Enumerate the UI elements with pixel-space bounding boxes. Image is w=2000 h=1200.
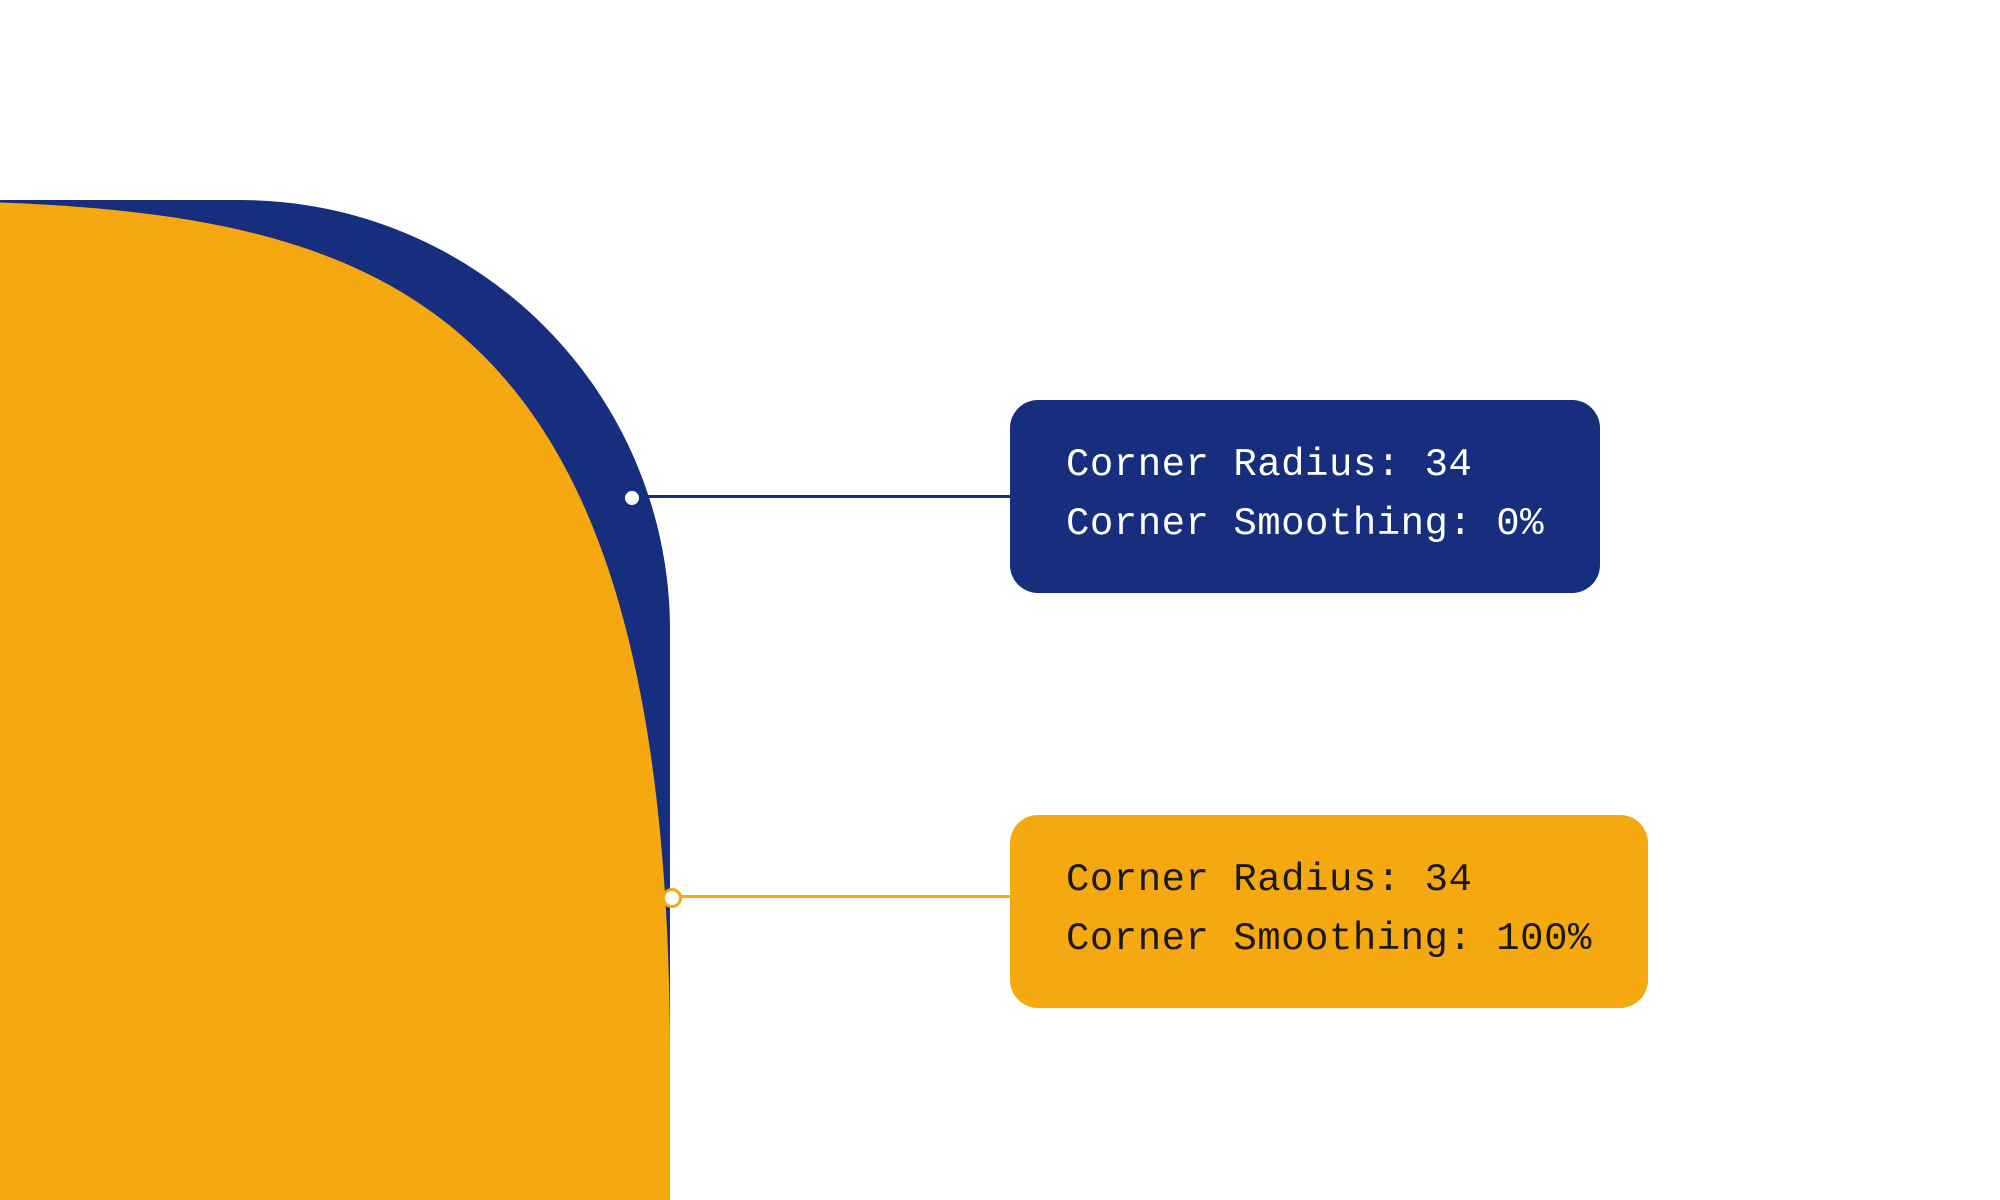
smoothing-value: 100% [1496,917,1592,961]
smoothing-value: 0% [1496,502,1544,546]
radius-label: Corner Radius: [1066,858,1401,902]
leader-line-no-smoothing [632,495,1010,498]
callout-no-smoothing: Corner Radius: 34 Corner Smoothing: 0% [1010,400,1600,593]
squircle-path [0,200,670,1200]
smoothing-label: Corner Smoothing: [1066,917,1472,961]
callout-row: Corner Smoothing: 100% [1066,910,1592,969]
shape-full-smoothing [0,200,670,1200]
smoothing-label: Corner Smoothing: [1066,502,1472,546]
radius-label: Corner Radius: [1066,443,1401,487]
radius-value: 34 [1425,443,1473,487]
callout-row: Corner Radius: 34 [1066,436,1544,495]
callout-row: Corner Radius: 34 [1066,851,1592,910]
leader-dot-full-smoothing [662,888,682,908]
shape-full-smoothing-svg [0,200,670,1200]
callout-full-smoothing: Corner Radius: 34 Corner Smoothing: 100% [1010,815,1648,1008]
leader-dot-no-smoothing [622,488,642,508]
diagram-stage: Corner Radius: 34 Corner Smoothing: 0% C… [0,0,2000,1200]
radius-value: 34 [1425,858,1473,902]
callout-row: Corner Smoothing: 0% [1066,495,1544,554]
leader-line-full-smoothing [672,895,1010,898]
